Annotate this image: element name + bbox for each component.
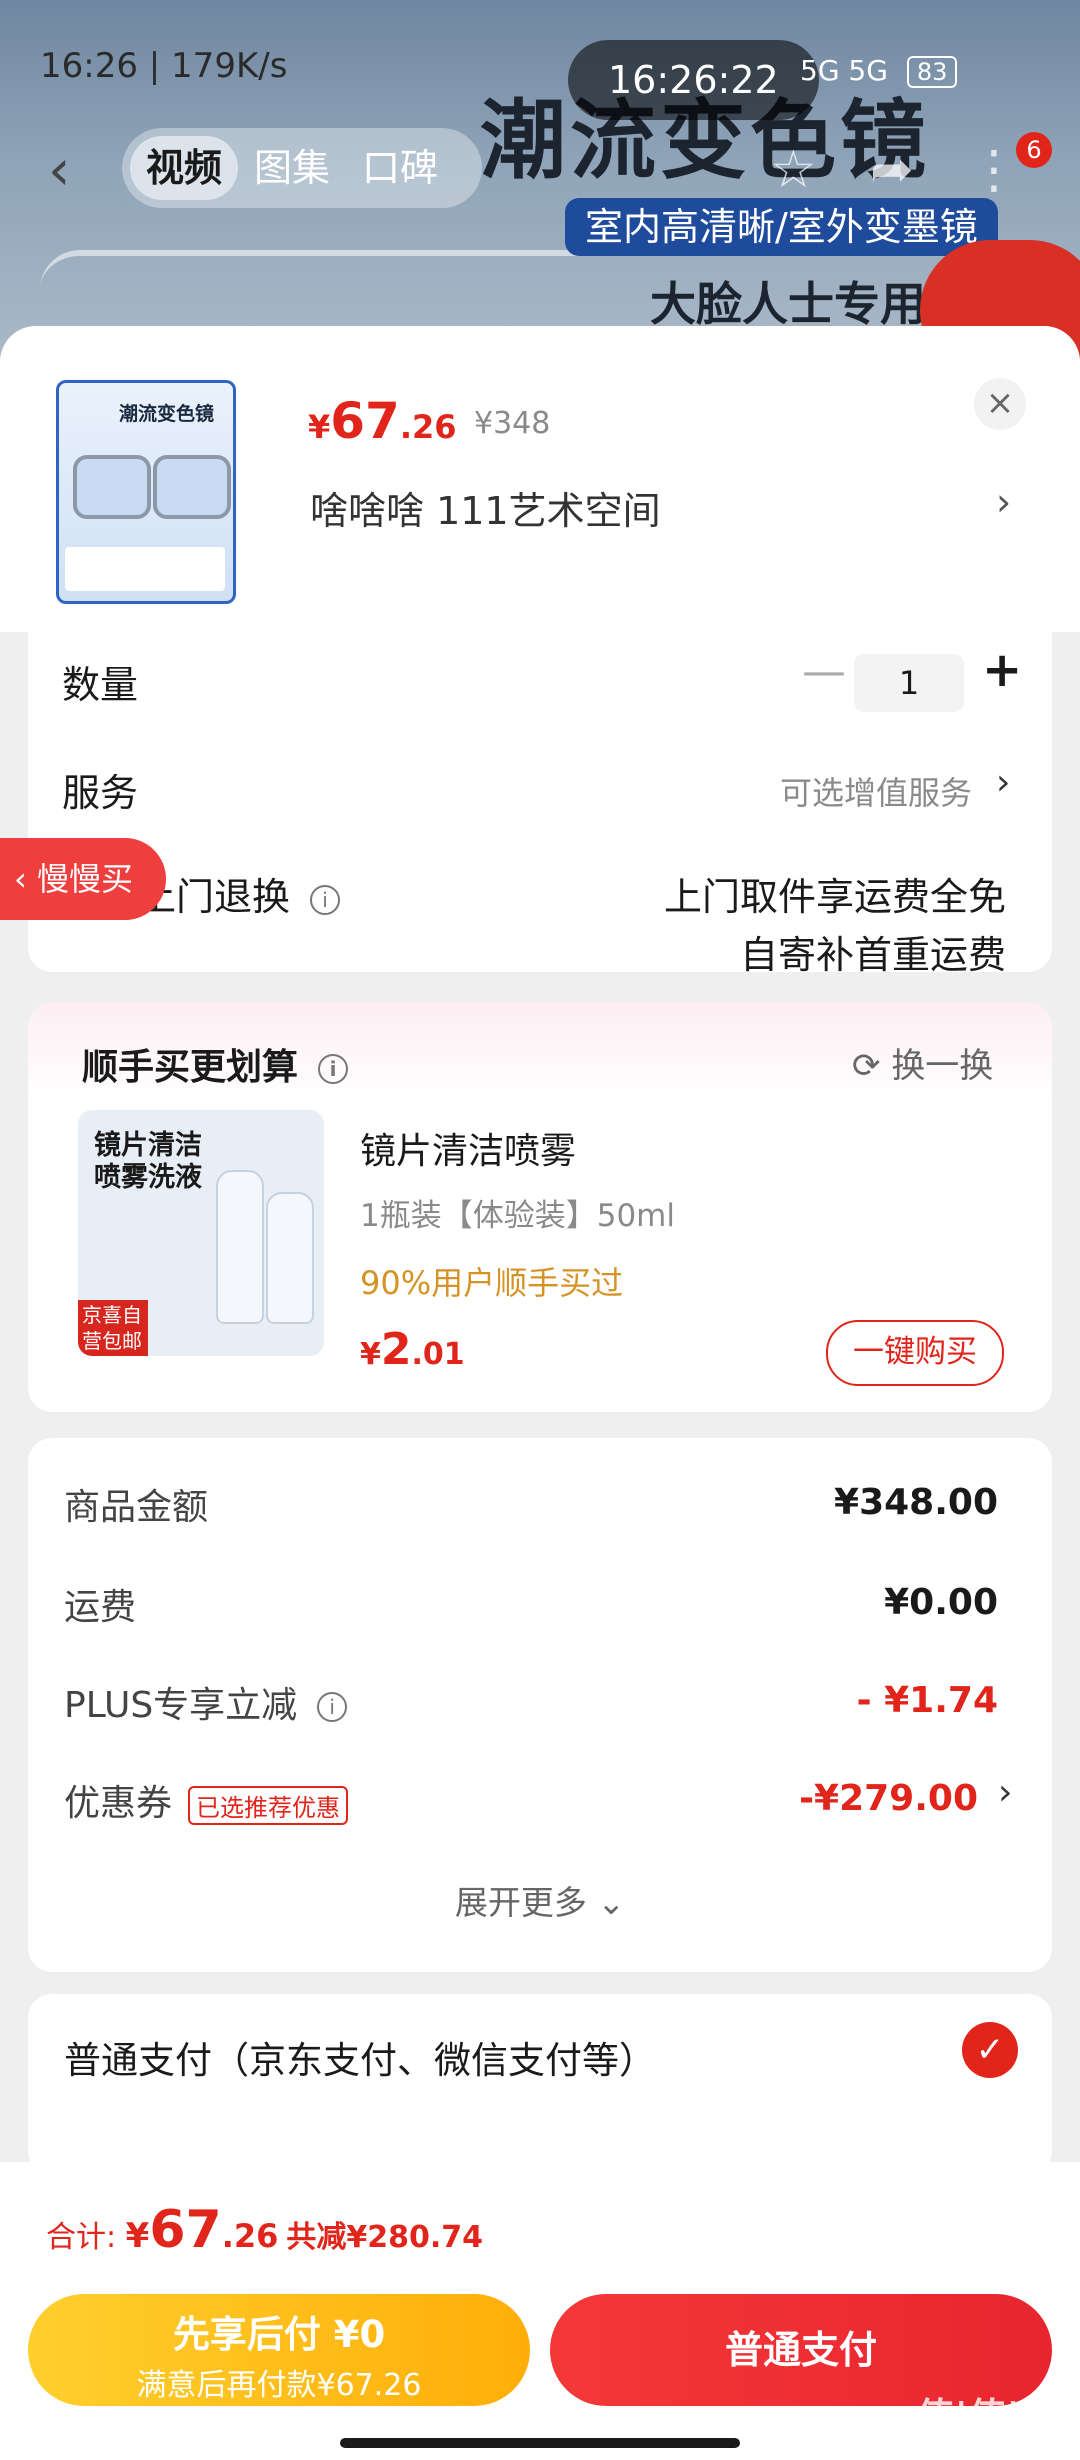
more-icon[interactable]: ⋮ bbox=[968, 140, 1020, 200]
total-saved: 共减¥280.74 bbox=[286, 2220, 484, 2255]
swap-label: 换一换 bbox=[891, 1046, 994, 1086]
spray-bottle-image bbox=[266, 1192, 314, 1324]
chevron-right-icon[interactable]: › bbox=[996, 480, 1011, 524]
tab-gallery[interactable]: 图集 bbox=[238, 136, 346, 200]
upsell-card: 顺手买更划算 i ⟳ 换一换 镜片清洁喷雾洗液 京喜自营包邮 镜片清洁喷雾 1瓶装… bbox=[28, 1002, 1052, 1412]
product-thumbnail: 潮流变色镜 bbox=[56, 380, 236, 604]
quantity-input[interactable]: 1 bbox=[854, 654, 964, 712]
chevron-down-icon: ⌄ bbox=[597, 1883, 626, 1922]
info-icon[interactable]: i bbox=[317, 1692, 348, 1722]
favorite-icon[interactable]: ☆ bbox=[770, 140, 817, 200]
thumbnail-title: 潮流变色镜 bbox=[119, 403, 215, 425]
tab-video[interactable]: 视频 bbox=[130, 136, 239, 200]
info-icon[interactable]: i bbox=[318, 1054, 349, 1084]
upsell-title-text: 顺手买更划算 bbox=[82, 1047, 299, 1088]
original-price: ¥348 bbox=[474, 406, 551, 441]
status-time: 16:26:22 bbox=[568, 40, 819, 120]
upsell-popularity: 90%用户顺手买过 bbox=[360, 1264, 624, 1302]
return-policy-line-2: 自寄补首重运费 bbox=[739, 933, 1006, 977]
plus-discount-value: - ¥1.74 bbox=[856, 1680, 998, 1721]
product-summary: 潮流变色镜 ¥67.26 ¥348 啥啥啥 111艺术空间 › × bbox=[0, 326, 1080, 632]
coupon-recommended-tag: 已选推荐优惠 bbox=[188, 1785, 349, 1825]
watermark-url: zhizhizhi.com bbox=[929, 2432, 1058, 2454]
price-decimal: .26 bbox=[399, 408, 457, 446]
payment-method-card[interactable]: 普通支付（京东支付、微信支付等） ✓ bbox=[28, 1994, 1052, 2174]
upsell-price-decimal: .01 bbox=[411, 1337, 465, 1372]
expand-more-button[interactable]: 展开更多 ⌄ bbox=[28, 1876, 1052, 1924]
spray-bottle-image bbox=[216, 1170, 264, 1324]
product-page-background: 潮流变色镜 室内高清晰/室外变墨镜 大脸人士专用 16:26 | 179K/s … bbox=[0, 0, 1080, 360]
service-hint[interactable]: 可选增值服务 bbox=[780, 768, 972, 814]
swap-button[interactable]: ⟳ 换一换 bbox=[852, 1038, 993, 1087]
upsell-product-image[interactable]: 镜片清洁喷雾洗液 京喜自营包邮 bbox=[78, 1110, 324, 1356]
upsell-price-currency: ¥ bbox=[360, 1337, 381, 1372]
coupon-text: 优惠券 bbox=[64, 1783, 173, 1824]
tab-reviews[interactable]: 口碑 bbox=[346, 136, 454, 200]
pay-later-button[interactable]: 先享后付 ¥0 满意后再付款¥67.26 bbox=[28, 2294, 530, 2406]
banner-subtitle-2: 大脸人士专用 bbox=[650, 277, 926, 331]
close-button[interactable]: × bbox=[974, 378, 1026, 430]
status-icons: 5G 5G 83 bbox=[800, 54, 958, 88]
quantity-plus-button[interactable]: + bbox=[982, 642, 1022, 698]
total-currency: ¥ bbox=[125, 2216, 150, 2256]
service-label: 服务 bbox=[62, 771, 139, 815]
upsell-image-ribbon: 京喜自营包邮 bbox=[78, 1300, 148, 1356]
return-policy-line-1: 上门取件享运费全免 bbox=[663, 875, 1006, 919]
chevron-right-icon[interactable]: › bbox=[998, 1772, 1012, 1813]
price-integer: 67 bbox=[330, 392, 400, 450]
info-icon[interactable]: i bbox=[310, 884, 341, 915]
total-integer: 67 bbox=[149, 2200, 222, 2260]
quantity-label: 数量 bbox=[62, 663, 139, 707]
shipping-value: ¥0.00 bbox=[884, 1582, 998, 1623]
payment-method-label: 普通支付（京东支付、微信支付等） bbox=[64, 2039, 656, 2082]
banner-subtitle: 室内高清晰/室外变墨镜 bbox=[565, 198, 998, 256]
fees-card: 商品金额 ¥348.00 运费 ¥0.00 PLUS专享立减 i - ¥1.74 … bbox=[28, 1438, 1052, 1972]
floating-tab-label: 慢慢买 bbox=[36, 860, 133, 898]
thumbnail-lens-right bbox=[153, 455, 231, 519]
refresh-icon: ⟳ bbox=[852, 1046, 881, 1086]
home-indicator[interactable] bbox=[340, 2438, 740, 2448]
chevron-right-icon[interactable]: › bbox=[996, 762, 1010, 803]
upsell-product-name[interactable]: 镜片清洁喷雾 bbox=[360, 1122, 576, 1174]
upsell-price-integer: 2 bbox=[380, 1324, 412, 1375]
chevron-left-icon: ‹ bbox=[14, 860, 37, 898]
quantity-minus-button[interactable]: — bbox=[802, 646, 846, 697]
expand-more-label: 展开更多 bbox=[454, 1883, 587, 1922]
pay-later-title: 先享后付 ¥0 bbox=[172, 2313, 386, 2356]
options-card: 数量 — 1 + 服务 可选增值服务 › 免费上门退换 i 上门取件享运费全免 自… bbox=[28, 632, 1052, 977]
upsell-image-text: 镜片清洁喷雾洗液 bbox=[94, 1130, 202, 1193]
share-icon[interactable]: ➦ bbox=[870, 140, 914, 200]
slow-buy-floating-tab[interactable]: ‹ 慢慢买 bbox=[0, 838, 166, 920]
selected-spec[interactable]: 啥啥啥 111艺术空间 bbox=[310, 480, 661, 535]
goods-amount-label: 商品金额 bbox=[64, 1487, 209, 1528]
one-click-buy-button[interactable]: 一键购买 bbox=[826, 1320, 1004, 1386]
coupon-value[interactable]: -¥279.00 bbox=[799, 1778, 978, 1819]
upsell-product-spec: 1瓶装【体验装】50ml bbox=[360, 1198, 675, 1234]
total-label: 合计: bbox=[46, 2220, 126, 2255]
checkmark-icon[interactable]: ✓ bbox=[962, 2022, 1018, 2078]
battery-icon: 83 bbox=[906, 56, 958, 88]
shipping-label: 运费 bbox=[64, 1587, 137, 1628]
upsell-title: 顺手买更划算 i bbox=[82, 1038, 349, 1090]
plus-discount-text: PLUS专享立减 bbox=[64, 1685, 298, 1726]
network-label: 5G 5G bbox=[800, 54, 888, 87]
status-speed: 16:26 | 179K/s bbox=[40, 46, 288, 86]
price-currency: ¥ bbox=[308, 408, 331, 446]
coupon-label: 优惠券 已选推荐优惠 bbox=[64, 1774, 349, 1826]
total-decimal: .26 bbox=[221, 2217, 279, 2255]
back-icon[interactable]: ‹ bbox=[48, 138, 70, 203]
checkout-sheet: 潮流变色镜 ¥67.26 ¥348 啥啥啥 111艺术空间 › × 数量 — 1… bbox=[0, 326, 1080, 2460]
notification-badge: 6 bbox=[1016, 132, 1052, 168]
current-price: ¥67.26 bbox=[308, 392, 457, 450]
pay-later-subtitle: 满意后再付款¥67.26 bbox=[136, 2368, 422, 2403]
goods-amount-value: ¥348.00 bbox=[834, 1482, 998, 1523]
thumbnail-spec-strip bbox=[65, 547, 225, 591]
plus-discount-label: PLUS专享立减 i bbox=[64, 1676, 348, 1728]
thumbnail-lens-left bbox=[73, 455, 151, 519]
upsell-price: ¥2.01 bbox=[360, 1324, 465, 1375]
media-tabs: 视频 图集 口碑 bbox=[122, 128, 482, 208]
order-total: 合计: ¥67.26 共减¥280.74 bbox=[46, 2200, 483, 2260]
